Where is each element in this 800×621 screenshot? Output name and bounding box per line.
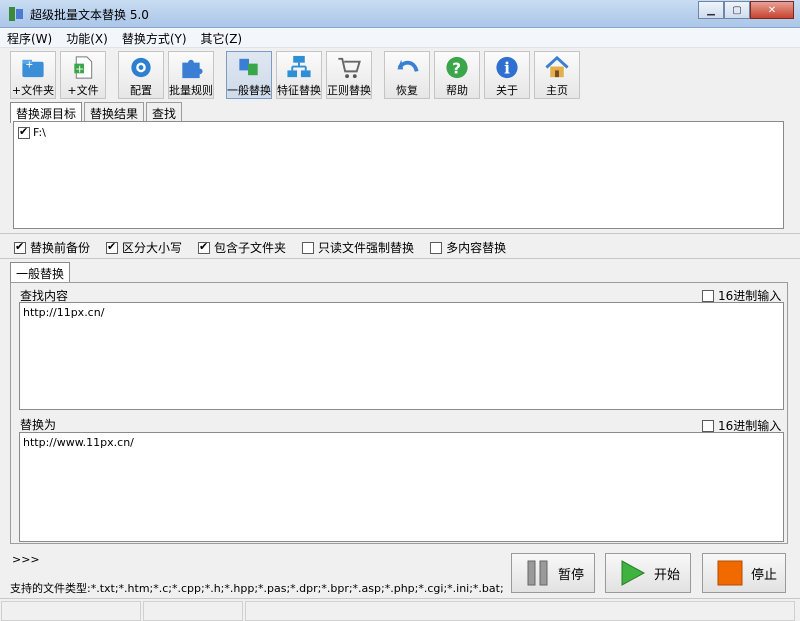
option-force-readonly[interactable]: 只读文件强制替换 [302, 239, 414, 256]
toolbar: + +文件夹 + +文件 配置 批量规则 一般替换 特征替换 正则替换 恢复 ?… [10, 51, 584, 99]
title-bar: 超级批量文本替换 5.0 ▁ ▢ ✕ [0, 0, 800, 28]
pause-button[interactable]: 暂停 [511, 553, 595, 593]
option-include-subfolders[interactable]: 包含子文件夹 [198, 239, 286, 256]
svg-text:i: i [504, 59, 510, 77]
config-icon [131, 57, 151, 78]
pause-icon [527, 560, 548, 586]
cart-icon [338, 57, 361, 79]
stop-icon [717, 560, 743, 586]
tree-icon [287, 55, 311, 78]
tree-item[interactable]: F:\ [18, 125, 46, 139]
menu-replace-mode[interactable]: 替换方式(Y) [115, 28, 194, 47]
menu-bar: 程序(W) 功能(X) 替换方式(Y) 其它(Z) [0, 28, 800, 48]
supported-filetypes: 支持的文件类型:*.txt;*.htm;*.c;*.cpp;*.h;*.hpp;… [10, 582, 504, 595]
tab-find[interactable]: 查找 [146, 102, 183, 121]
add-folder-button[interactable]: + +文件夹 [10, 51, 56, 99]
replace-label: 替换为 [20, 418, 57, 432]
option-multi-content[interactable]: 多内容替换 [430, 239, 506, 256]
add-file-icon: + [74, 56, 93, 79]
tree-item-checkbox[interactable] [18, 125, 30, 139]
status-cell [143, 601, 243, 621]
svg-text:+: + [25, 60, 33, 71]
tab-general-replace[interactable]: 一般替换 [10, 262, 71, 283]
option-backup[interactable]: 替换前备份 [14, 239, 90, 256]
add-folder-icon: + [22, 60, 44, 78]
replace-icon [239, 58, 258, 76]
status-cell [245, 601, 795, 621]
about-button[interactable]: i 关于 [484, 51, 530, 99]
play-icon [621, 560, 646, 586]
svg-text:+: + [75, 63, 84, 75]
app-icon [9, 7, 23, 21]
source-tree[interactable]: F:\ [13, 121, 784, 229]
batch-rules-button[interactable]: 批量规则 [168, 51, 214, 99]
start-button[interactable]: 开始 [605, 553, 691, 593]
config-button[interactable]: 配置 [118, 51, 164, 99]
info-icon: i [496, 56, 518, 79]
menu-other[interactable]: 其它(Z) [194, 28, 250, 47]
status-bar [0, 598, 800, 621]
stop-button[interactable]: 停止 [702, 553, 786, 593]
window-title: 超级批量文本替换 5.0 [30, 8, 149, 22]
status-cell [1, 601, 141, 621]
replace-input[interactable]: http://www.11px.cn/ [19, 432, 784, 542]
homepage-button[interactable]: 主页 [534, 51, 580, 99]
tab-source-target[interactable]: 替换源目标 [10, 102, 83, 123]
help-icon: ? [446, 56, 468, 79]
add-file-button[interactable]: + +文件 [60, 51, 106, 99]
menu-function[interactable]: 功能(X) [59, 28, 115, 47]
minimize-button[interactable]: ▁ [698, 1, 724, 19]
tree-item-label: F:\ [33, 126, 46, 139]
menu-program[interactable]: 程序(W) [0, 28, 59, 47]
svg-text:?: ? [452, 59, 461, 77]
puzzle-icon [182, 59, 203, 79]
maximize-button[interactable]: ▢ [724, 1, 750, 19]
close-button[interactable]: ✕ [750, 1, 794, 19]
find-input[interactable]: http://11px.cn/ [19, 302, 784, 410]
options-row: 替换前备份 区分大小写 包含子文件夹 只读文件强制替换 多内容替换 [14, 239, 506, 256]
restore-button[interactable]: 恢复 [384, 51, 430, 99]
log-prompt: >>> [12, 553, 40, 566]
feature-replace-button[interactable]: 特征替换 [276, 51, 322, 99]
option-case-sensitive[interactable]: 区分大小写 [106, 239, 182, 256]
home-icon [545, 55, 569, 78]
general-replace-button[interactable]: 一般替换 [226, 51, 272, 99]
tab-replace-results[interactable]: 替换结果 [84, 102, 145, 121]
help-button[interactable]: ? 帮助 [434, 51, 480, 99]
source-tabs: 替换源目标 替换结果 查找 [10, 102, 184, 123]
undo-icon [397, 59, 419, 72]
regex-replace-button[interactable]: 正则替换 [326, 51, 372, 99]
